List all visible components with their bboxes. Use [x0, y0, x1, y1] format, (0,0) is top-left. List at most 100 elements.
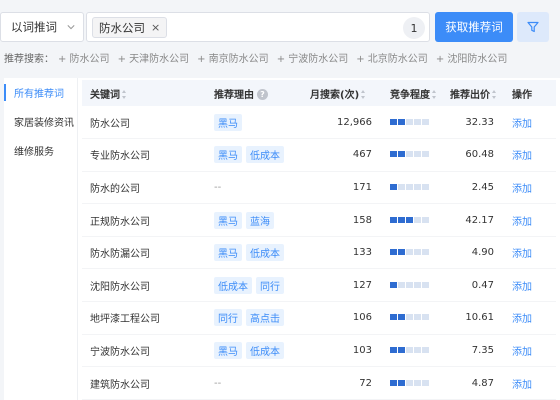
empty-reason: -- [214, 377, 222, 389]
keyword-cell: 防水防漏公司 [82, 236, 206, 270]
competition-segment [398, 346, 405, 353]
add-keyword-link[interactable]: 添加 [512, 347, 532, 358]
competition-meter [390, 379, 429, 386]
help-icon[interactable]: ? [257, 89, 268, 100]
competition-segment [398, 314, 405, 321]
competition-segment [390, 151, 397, 158]
competition-segment [398, 281, 405, 288]
sort-icon[interactable] [492, 90, 497, 99]
filter-icon [527, 21, 539, 33]
bid-cell: 7.35 [442, 334, 504, 368]
column-header-action: 操作 [504, 80, 556, 106]
recommend-mode-select[interactable]: 以词推词 [0, 12, 84, 42]
competition-segment [390, 249, 397, 256]
sort-icon[interactable] [432, 90, 437, 99]
add-keyword-link[interactable]: 添加 [512, 282, 532, 293]
monthly-search-cell: 127 [302, 268, 382, 303]
monthly-search-cell: 103 [302, 334, 382, 368]
keyword-search-input[interactable]: 防水公司 × 1 [86, 12, 430, 42]
monthly-search-cell: 12,966 [302, 106, 382, 140]
recommended-search-item[interactable]: + 宁波防水公司 [277, 50, 349, 65]
competition-cell [382, 268, 442, 303]
reason-cell: -- [206, 366, 302, 400]
reason-cell: -- [206, 171, 302, 205]
sort-icon[interactable] [122, 90, 127, 99]
competition-meter [390, 151, 429, 158]
competition-cell [382, 171, 442, 205]
competition-segment [414, 183, 421, 190]
keyword-table-wrap: 关键词 推荐理由? 月搜索(次) 竞争程度 推荐出价 操作 防水公司 黑马 12,9… [82, 80, 556, 400]
sidebar-item-repair-service[interactable]: 维修服务 [4, 136, 77, 165]
chevron-down-icon [67, 25, 75, 30]
competition-segment [406, 379, 413, 386]
competition-segment [406, 249, 413, 256]
recommended-search-item[interactable]: + 沈阳防水公司 [436, 50, 508, 65]
recommended-search-item[interactable]: + 南京防水公司 [197, 50, 269, 65]
competition-meter [390, 118, 429, 125]
recommended-searches-label: 推荐搜索： [4, 53, 54, 65]
keyword-cell: 沈阳防水公司 [82, 268, 206, 303]
competition-meter [390, 216, 429, 223]
add-keyword-link[interactable]: 添加 [512, 217, 532, 228]
competition-cell [382, 138, 442, 172]
competition-segment [406, 346, 413, 353]
sort-icon[interactable] [361, 90, 366, 99]
sidebar-item-all[interactable]: 所有推荐词 [4, 78, 77, 107]
competition-cell [382, 106, 442, 140]
add-keyword-link[interactable]: 添加 [512, 314, 532, 325]
action-cell: 添加 [504, 301, 556, 335]
competition-segment [422, 216, 429, 223]
add-keyword-link[interactable]: 添加 [512, 249, 532, 260]
add-keyword-link[interactable]: 添加 [512, 380, 532, 391]
table-row: 专业防水公司 黑马 低成本 467 60.48 添加 [82, 138, 556, 172]
monthly-search-cell: 158 [302, 203, 382, 237]
recommended-search-item[interactable]: + 防水公司 [58, 50, 110, 65]
add-keyword-link[interactable]: 添加 [512, 151, 532, 162]
table-row: 地坪漆工程公司 同行 高点击 106 10.61 添加 [82, 301, 556, 335]
competition-segment [414, 281, 421, 288]
recommended-search-item[interactable]: + 北京防水公司 [356, 50, 428, 65]
competition-segment [422, 281, 429, 288]
sidebar-item-label: 家居装修资讯 [14, 118, 74, 129]
competition-segment [406, 216, 413, 223]
column-header-label: 操作 [512, 89, 532, 101]
competition-segment [398, 379, 405, 386]
column-header-label: 月搜索(次) [310, 89, 360, 101]
column-header-bid[interactable]: 推荐出价 [442, 80, 504, 106]
monthly-search-cell: 171 [302, 171, 382, 205]
add-keyword-link[interactable]: 添加 [512, 184, 532, 195]
column-header-label: 推荐出价 [450, 89, 490, 101]
fetch-recommendations-button[interactable]: 获取推荐词 [435, 12, 513, 42]
table-row: 沈阳防水公司 低成本 同行 127 0.47 添加 [82, 268, 556, 303]
reason-tag: 同行 [214, 309, 242, 327]
close-icon[interactable]: × [151, 21, 160, 34]
column-header-label: 关键词 [90, 89, 120, 101]
column-header-competition[interactable]: 竞争程度 [382, 80, 442, 106]
filter-button[interactable] [517, 12, 549, 42]
competition-cell [382, 334, 442, 368]
keyword-cell: 防水的公司 [82, 171, 206, 205]
reason-tag: 黑马 [214, 211, 242, 229]
competition-segment [422, 379, 429, 386]
add-keyword-link[interactable]: 添加 [512, 119, 532, 130]
competition-segment [422, 314, 429, 321]
competition-segment [414, 249, 421, 256]
reason-tag: 低成本 [214, 276, 252, 294]
keyword-table-body: 防水公司 黑马 12,966 32.33 添加 专业防水公司 黑马 低成本 467 60.48 添加… [82, 106, 556, 400]
competition-segment [422, 249, 429, 256]
competition-segment [398, 216, 405, 223]
competition-segment [398, 183, 405, 190]
keyword-cell: 建筑防水公司 [82, 366, 206, 400]
keyword-chip-text: 防水公司 [99, 20, 145, 35]
competition-cell [382, 236, 442, 270]
keyword-chip: 防水公司 × [92, 17, 168, 38]
action-cell: 添加 [504, 366, 556, 400]
recommended-search-item[interactable]: + 天津防水公司 [118, 50, 190, 65]
column-header-keyword[interactable]: 关键词 [82, 80, 206, 106]
reason-cell: 黑马 [206, 106, 302, 140]
reason-cell: 黑马 低成本 [206, 236, 302, 270]
action-cell: 添加 [504, 236, 556, 270]
column-header-monthly-search[interactable]: 月搜索(次) [302, 80, 382, 106]
competition-cell [382, 203, 442, 237]
sidebar-item-home-decoration[interactable]: 家居装修资讯 [4, 107, 77, 136]
